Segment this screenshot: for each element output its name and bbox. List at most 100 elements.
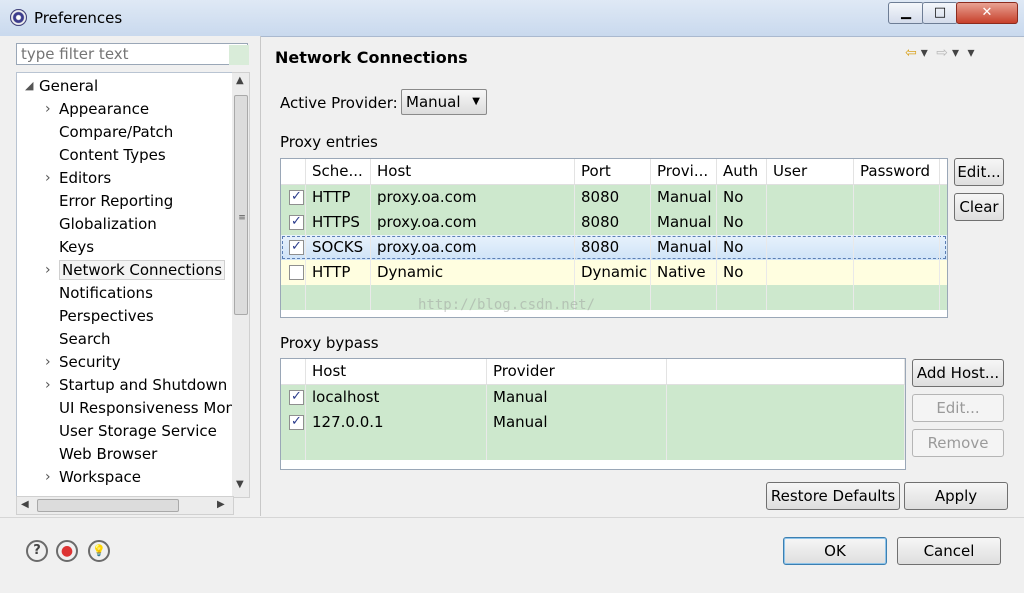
tree-item-label: Compare/Patch [59,123,174,141]
cancel-button[interactable]: Cancel [897,537,1001,565]
scroll-right-icon[interactable]: ▶ [217,499,225,510]
column-header[interactable]: Password [854,159,940,184]
tree-vertical-scrollbar[interactable]: ▲ ≡ ▼ [232,72,250,498]
column-header[interactable]: Provi... [651,159,717,184]
page-title: Network Connections [275,48,468,67]
column-header[interactable]: Sche... [306,159,371,184]
table-cell [767,260,854,285]
table-cell: No [717,235,767,260]
view-menu-icon[interactable]: ▾ [967,45,974,61]
chevron-right-icon[interactable]: › [45,167,51,189]
scroll-left-icon[interactable]: ◀ [21,499,29,510]
close-button[interactable]: ✕ [956,2,1018,24]
table-row[interactable]: ✓ HTTPS proxy.oa.com 8080 Manual No [281,210,947,235]
ok-button[interactable]: OK [783,537,887,565]
table-row[interactable]: ✓ SOCKS proxy.oa.com 8080 Manual No [281,235,947,260]
preferences-window: Preferences ▁ □ ✕ ◢ General › Appearance Com… [0,0,1024,593]
chevron-right-icon[interactable]: › [45,98,51,120]
table-cell: Manual [651,235,717,260]
tree-horizontal-scrollbar[interactable]: ◀ ▶ [16,496,234,515]
chevron-right-icon[interactable]: › [45,374,51,396]
tree-item[interactable]: User Storage Service [59,420,217,442]
scroll-down-icon[interactable]: ▼ [236,479,244,490]
forward-arrow-icon[interactable]: ⇨ [936,45,948,61]
table-cell: Manual [487,385,667,410]
chevron-down-icon: ▼ [472,96,480,107]
check-cell [281,235,306,260]
table-cell: SOCKS [306,235,371,260]
table-row[interactable]: ✓ HTTP proxy.oa.com 8080 Manual No [281,185,947,210]
column-header[interactable] [667,359,905,384]
help-icon[interactable]: ? [26,540,48,562]
chevron-right-icon[interactable]: › [45,351,51,373]
scroll-up-icon[interactable]: ▲ [236,75,244,86]
tree-item[interactable]: Perspectives [59,305,154,327]
column-header[interactable]: Provider [487,359,667,384]
active-provider-select[interactable]: Manual ▼ [401,89,487,115]
chevron-right-icon[interactable]: › [45,466,51,488]
tree-item[interactable]: Notifications [59,282,153,304]
column-header[interactable]: Port [575,159,651,184]
tree-item[interactable]: › Network Connections [45,259,226,281]
eclipse-icon [10,9,27,26]
tree-item[interactable]: Content Types [59,144,166,166]
add-host-button[interactable]: Add Host... [912,359,1004,387]
tree-item[interactable]: Web Browser [59,443,157,465]
tree-item-label: Web Browser [59,445,158,463]
tree-item[interactable]: Keys [59,236,94,258]
tree-item[interactable]: › Appearance [45,98,150,120]
tree-item[interactable]: › Editors [45,167,111,189]
tree-item[interactable]: › Workspace [45,466,141,488]
tree-item[interactable]: Error Reporting [59,190,173,212]
title-bar: Preferences ▁ □ ✕ [0,0,1024,37]
column-header-check[interactable] [281,159,306,184]
record-macro-icon[interactable]: ● [56,540,78,562]
table-row[interactable]: ✓ localhost Manual [281,385,905,410]
maximize-button[interactable]: □ [922,2,958,24]
proxy-bypass-table[interactable]: Host Provider ✓ localhost Manual ✓ 127.0.0.1 Ma… [280,358,906,470]
table-cell: HTTPS [306,210,371,235]
table-row[interactable]: ✓ 127.0.0.1 Manual [281,410,905,435]
tree-item-label: Appearance [59,100,150,118]
apply-button[interactable]: Apply [904,482,1008,510]
column-header[interactable]: Host [371,159,575,184]
clear-proxy-button[interactable]: Clear [954,193,1004,221]
scroll-thumb-horizontal[interactable] [37,499,179,512]
tree-item[interactable]: › Startup and Shutdown [45,374,227,396]
back-arrow-icon[interactable]: ⇦ [905,45,917,61]
forward-menu-icon[interactable]: ▾ [952,45,959,61]
column-header[interactable]: User [767,159,854,184]
clear-filter-icon[interactable] [229,45,249,65]
chevron-right-icon[interactable]: › [45,259,51,281]
tree-item[interactable]: UI Responsiveness Mon [59,397,233,419]
table-cell [487,435,667,460]
edit-bypass-button[interactable]: Edit... [912,394,1004,422]
table-cell [854,260,940,285]
check-cell [281,385,306,410]
tree-item-label: Error Reporting [59,192,174,210]
column-header-check[interactable] [281,359,306,384]
scroll-thumb[interactable]: ≡ [234,95,248,315]
chevron-down-icon[interactable]: ◢ [25,75,33,97]
table-row[interactable]: HTTP Dynamic Dynamic Native No [281,260,947,285]
table-cell [306,285,371,310]
table-cell [667,410,905,435]
remove-bypass-button[interactable]: Remove [912,429,1004,457]
column-header[interactable]: Auth [717,159,767,184]
check-cell [281,185,306,210]
minimize-button[interactable]: ▁ [888,2,924,24]
tip-bulb-icon[interactable]: 💡 [88,540,110,562]
filter-input[interactable] [16,43,248,65]
check-cell [281,285,306,310]
proxy-entries-table[interactable]: Sche... Host Port Provi... Auth User Password ✓… [280,158,948,318]
tree-item[interactable]: Search [59,328,111,350]
tree-item[interactable]: Globalization [59,213,157,235]
tree-item[interactable]: › Security [45,351,121,373]
restore-defaults-button[interactable]: Restore Defaults [766,482,900,510]
table-header: Host Provider [281,359,905,385]
edit-proxy-button[interactable]: Edit... [954,158,1004,186]
column-header[interactable]: Host [306,359,487,384]
tree-item[interactable]: ◢ General [25,75,98,97]
back-menu-icon[interactable]: ▾ [921,45,928,61]
tree-item[interactable]: Compare/Patch [59,121,173,143]
